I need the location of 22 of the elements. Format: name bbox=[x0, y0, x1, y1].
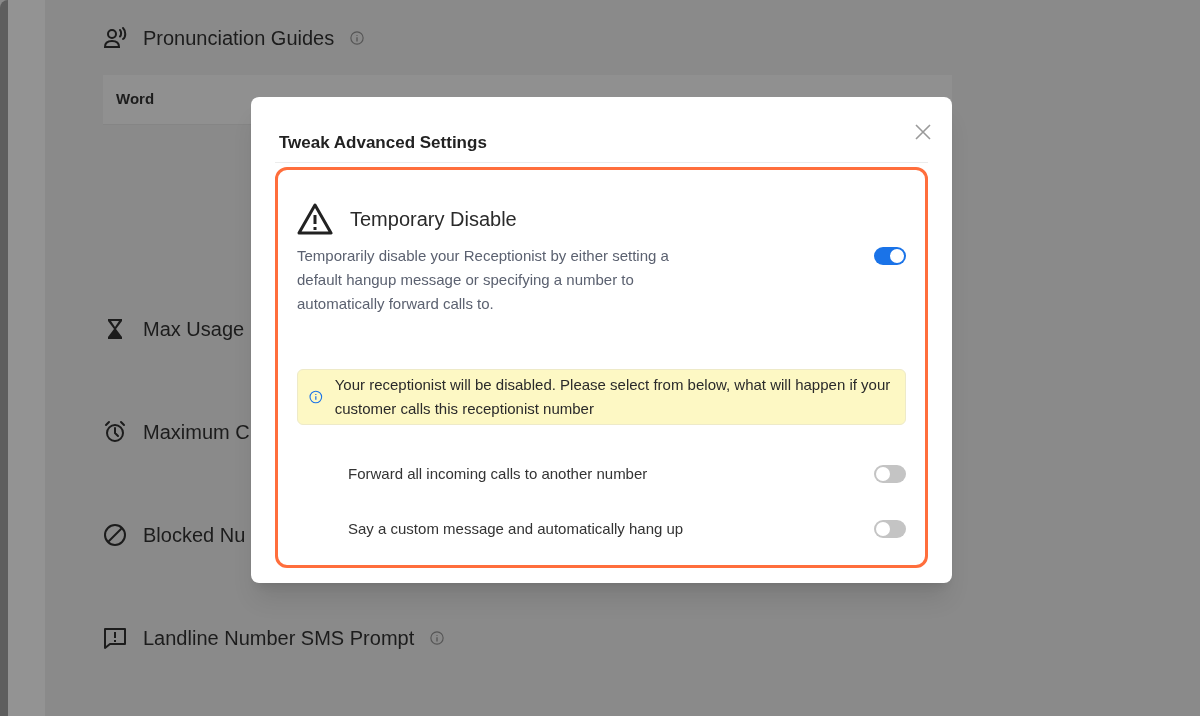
warning-icon bbox=[297, 202, 333, 235]
option-label: Say a custom message and automatically hang up bbox=[348, 519, 684, 539]
toggle-switch[interactable] bbox=[874, 464, 906, 483]
option-label: Forward all incoming calls to another number bbox=[348, 463, 648, 484]
section-title: Blocked Nu bbox=[143, 523, 246, 548]
notice-text: Your receptionist will be disabled. Please select from below, what will happen if your customer calls this receptionist number bbox=[334, 374, 892, 419]
column-header: Word bbox=[116, 89, 155, 110]
setting-title: Temporary Disable bbox=[350, 206, 517, 232]
setting-description: Temporarily disable your Receptionist by either setting a default hangup message or specifying a number to automatically forward calls to. bbox=[297, 245, 670, 314]
section-title: Max Usage bbox=[143, 317, 245, 342]
message-alert-icon bbox=[103, 626, 127, 650]
dialog-title: Tweak Advanced Settings bbox=[279, 132, 487, 154]
toggle-switch[interactable] bbox=[874, 520, 906, 539]
speaker-icon bbox=[103, 26, 127, 50]
toggle-switch[interactable] bbox=[874, 246, 906, 265]
close-icon bbox=[914, 123, 932, 141]
section-title: Landline Number SMS Prompt bbox=[143, 626, 415, 651]
close-button[interactable] bbox=[914, 123, 932, 141]
section-title: Pronunciation Guides bbox=[143, 26, 335, 51]
alarm-clock-icon bbox=[103, 420, 127, 444]
section-title: Maximum C bbox=[143, 420, 250, 445]
blocked-icon bbox=[103, 523, 127, 547]
